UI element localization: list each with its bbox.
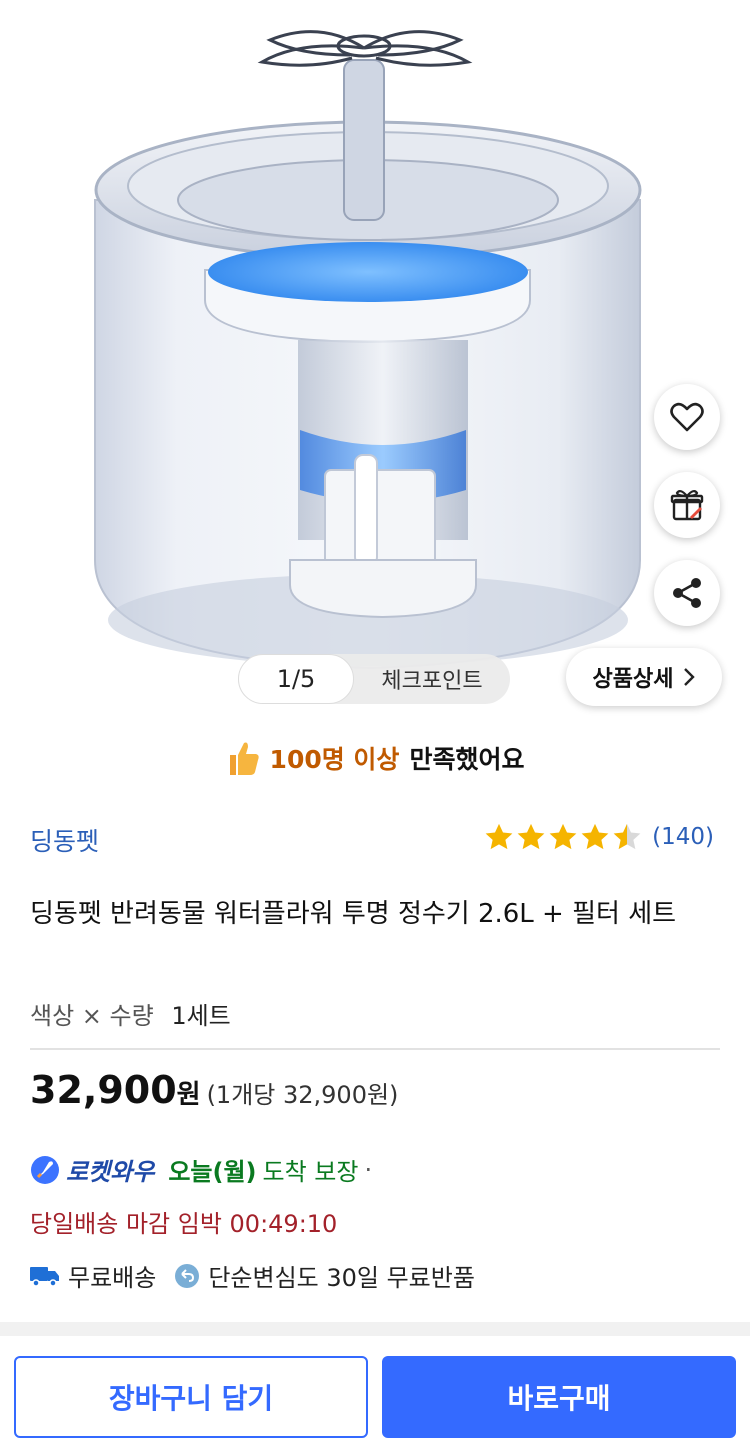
- product-image: [94, 30, 642, 670]
- section-separator: [0, 1322, 750, 1336]
- share-icon: [673, 578, 701, 608]
- option-value: 1세트: [171, 1002, 231, 1030]
- price-currency: 원: [176, 1080, 201, 1110]
- return-icon: [175, 1263, 200, 1288]
- rating-stars: [484, 822, 642, 852]
- image-counter: 1/5: [238, 654, 354, 704]
- satisfaction-text: 만족했어요: [409, 745, 525, 774]
- rating[interactable]: (140): [484, 822, 714, 852]
- wishlist-button[interactable]: [654, 384, 720, 450]
- unit-price: (1개당 32,900원): [206, 1081, 399, 1109]
- product-title: 딩동펫 반려동물 워터플라워 투명 정수기 2.6L + 필터 세트: [30, 899, 677, 929]
- half-star-icon: [613, 823, 641, 850]
- star-icon: [485, 823, 513, 850]
- delivery-info: 로켓와우 오늘(월) 도착 보장 ·: [30, 1152, 372, 1187]
- checkpoint-tab[interactable]: 체크포인트: [354, 663, 510, 695]
- heart-icon: [670, 402, 704, 432]
- rocket-wow-label: 로켓와우: [66, 1158, 155, 1186]
- share-button[interactable]: [654, 560, 720, 626]
- product-detail-button[interactable]: 상품상세: [566, 648, 722, 706]
- divider: [30, 1048, 720, 1050]
- star-icon: [581, 823, 609, 850]
- star-icon: [517, 823, 545, 850]
- arrival-day: 오늘(월): [168, 1158, 257, 1186]
- gift-button[interactable]: [654, 472, 720, 538]
- satisfaction-banner: 100명 이상 만족했어요: [0, 732, 750, 784]
- buy-now-button[interactable]: 바로구매: [382, 1356, 736, 1438]
- delivery-deadline: 당일배송 마감 임박 00:49:10: [30, 1210, 338, 1238]
- thumbs-up-icon: [229, 742, 259, 775]
- rocket-icon: [31, 1155, 59, 1184]
- free-shipping-label: 무료배송: [68, 1264, 157, 1292]
- add-to-cart-button[interactable]: 장바구니 담기: [14, 1356, 368, 1438]
- truck-icon: [30, 1266, 59, 1287]
- star-icon: [549, 823, 577, 850]
- image-pager[interactable]: 1/5 체크포인트: [238, 654, 510, 704]
- product-image-area[interactable]: 1/5 체크포인트 상품상세: [0, 0, 750, 720]
- arrival-guarantee: 도착 보장: [262, 1158, 359, 1186]
- shipping-info: 무료배송 단순변심도 30일 무료반품: [30, 1258, 475, 1293]
- satisfaction-count: 100명 이상: [269, 745, 400, 774]
- price-amount: 32,900: [30, 1068, 177, 1112]
- review-count[interactable]: (140): [652, 824, 714, 850]
- chevron-right-icon: [684, 668, 696, 686]
- product-detail-label: 상품상세: [592, 667, 674, 692]
- separator-dot: ·: [364, 1155, 373, 1184]
- gift-icon: [670, 489, 704, 521]
- brand-link[interactable]: 딩동펫: [30, 822, 99, 858]
- price: 32,900 원 (1개당 32,900원): [30, 1068, 398, 1112]
- option-summary[interactable]: 색상 × 수량 1세트: [30, 996, 231, 1031]
- option-label: 색상 × 수량: [30, 1002, 154, 1030]
- return-policy: 단순변심도 30일 무료반품: [208, 1264, 475, 1292]
